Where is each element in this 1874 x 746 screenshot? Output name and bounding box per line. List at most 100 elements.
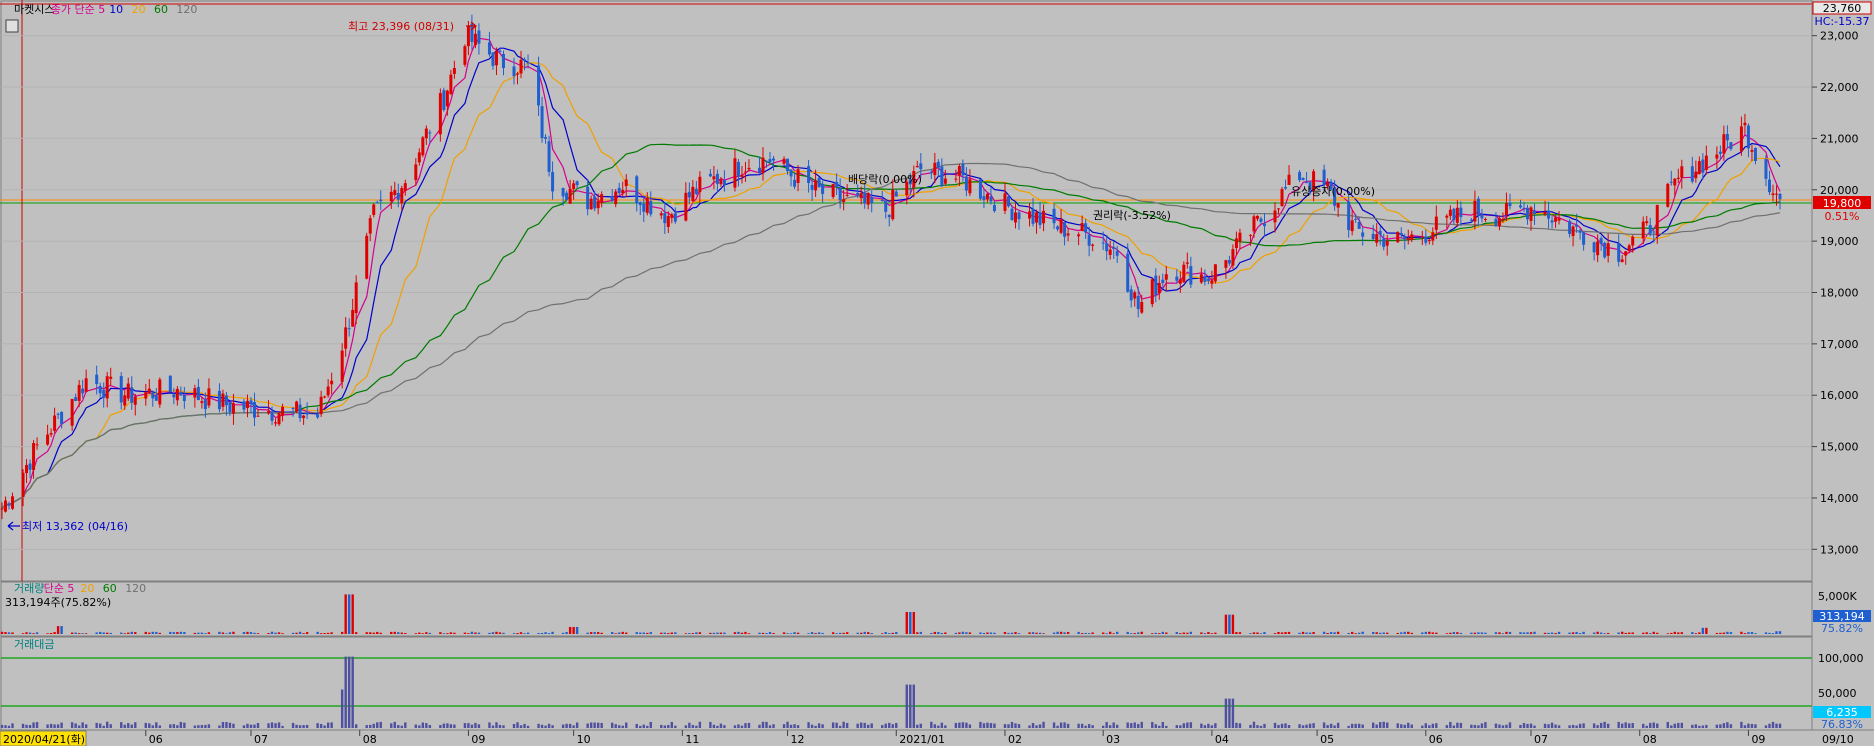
amount-bar — [772, 724, 775, 728]
candle-body — [172, 394, 176, 398]
amount-bar — [1407, 722, 1410, 728]
amount-bar — [1207, 723, 1210, 728]
amount-bar — [1151, 721, 1154, 728]
candle-body — [747, 167, 751, 170]
candle-body — [659, 213, 663, 216]
amount-bar — [523, 723, 526, 728]
volume-bar — [1140, 631, 1143, 634]
amount-bar — [965, 722, 968, 728]
volume-bar — [1112, 633, 1115, 634]
volume-bar — [197, 632, 200, 634]
amount-bar — [838, 725, 842, 728]
volume-bar — [821, 632, 824, 634]
amount-bar — [1691, 724, 1694, 728]
amount-bar — [270, 722, 274, 728]
candle-body — [1091, 244, 1095, 246]
volume-bar — [1228, 614, 1231, 634]
amount-bar — [477, 724, 481, 728]
volume-bar — [347, 594, 351, 634]
volume-bar — [319, 633, 323, 634]
volume-bar — [1200, 632, 1203, 634]
volume-bar — [390, 631, 393, 634]
amount-bar — [1456, 722, 1459, 728]
candle-body — [687, 191, 691, 198]
amount-bar — [1312, 723, 1315, 728]
volume-bar — [1701, 627, 1705, 634]
amount-bar — [1126, 722, 1129, 728]
candle-body — [838, 188, 842, 201]
volume-bar — [1470, 632, 1473, 634]
volume-bar — [1652, 631, 1655, 634]
x-tick-label: 02 — [1008, 733, 1022, 746]
candle-body — [281, 406, 285, 416]
amount-bar — [106, 721, 109, 728]
amount-bar — [716, 725, 719, 728]
candle-body — [1406, 237, 1410, 240]
volume-bar — [418, 632, 421, 634]
candle-body — [1568, 221, 1572, 234]
volume-bar — [1694, 633, 1698, 634]
volume-bar — [1161, 631, 1164, 634]
amount-bar — [1666, 721, 1669, 728]
candle-body — [768, 159, 772, 163]
amount-bar — [572, 725, 575, 728]
amount-bar — [1101, 725, 1105, 728]
volume-bar — [691, 633, 695, 634]
candle-body — [25, 464, 29, 474]
volume-bar — [1350, 631, 1354, 634]
candle-body — [537, 65, 541, 106]
candle-body — [1445, 215, 1449, 218]
volume-bar — [32, 633, 35, 634]
volume-bar — [789, 633, 793, 634]
volume-bar — [351, 594, 354, 634]
amount-bar — [1158, 725, 1161, 728]
amount-bar — [1519, 724, 1522, 728]
volume-bar — [1158, 633, 1161, 634]
candle-body — [1641, 221, 1645, 239]
amount-bar — [148, 723, 151, 728]
volume-bar — [1189, 631, 1193, 634]
grid-toggle-icon[interactable] — [5, 19, 19, 33]
amount-bar — [1361, 724, 1364, 728]
amount-bar — [1017, 724, 1021, 728]
amount-bar — [305, 724, 309, 728]
volume-bar — [1186, 632, 1189, 634]
candle-body — [1666, 183, 1670, 207]
candle-body — [1557, 218, 1561, 221]
amount-bar — [326, 722, 330, 728]
candle-body — [326, 386, 330, 396]
amount-bar — [49, 723, 53, 728]
volume-bar — [7, 632, 11, 634]
volume-bar — [267, 632, 270, 634]
amount-bar — [193, 725, 197, 728]
amount-bar — [912, 684, 915, 728]
candle-body — [1547, 210, 1551, 219]
candle-body — [1701, 159, 1705, 173]
legend-item-4: 120 — [125, 582, 146, 595]
candle-body — [842, 199, 846, 202]
candle-body — [295, 401, 299, 412]
amount-bar — [1764, 725, 1768, 728]
amount-bar — [895, 722, 898, 728]
amount-bar — [905, 684, 908, 728]
volume-bar — [737, 631, 740, 634]
amount-bar — [151, 725, 154, 728]
amount-bar — [796, 725, 800, 728]
amount-bar — [1722, 723, 1726, 728]
amount-bar — [712, 724, 716, 728]
candle-body — [70, 398, 74, 426]
volume-bar — [109, 632, 112, 634]
amount-bar — [1042, 721, 1045, 728]
candle-body — [291, 408, 295, 410]
volume-bar — [831, 632, 835, 634]
amount-current-pct: 76.83% — [1821, 718, 1863, 731]
candle-body — [572, 183, 576, 190]
volume-bar — [425, 632, 428, 634]
volume-legend: 거래량 단순 5 20 60 120 — [14, 582, 146, 595]
candle-body — [1452, 208, 1456, 221]
legend-item-2: 20 — [80, 582, 94, 595]
candle-body — [1378, 230, 1382, 235]
volume-bar — [1599, 632, 1603, 634]
amount-bar — [1705, 724, 1708, 728]
amount-bar — [1568, 725, 1571, 728]
